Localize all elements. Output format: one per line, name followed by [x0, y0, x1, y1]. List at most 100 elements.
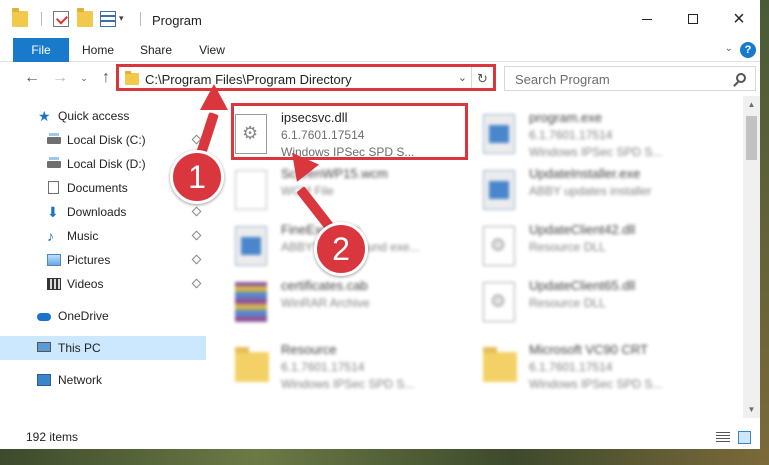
folder-icon: [125, 71, 139, 85]
close-button[interactable]: ×: [716, 0, 762, 38]
nav-label: Pictures: [67, 253, 111, 267]
documents-icon: [48, 181, 59, 194]
nav-label: This PC: [58, 341, 101, 355]
exe-file-icon: [483, 170, 515, 210]
drive-icon: [47, 157, 61, 168]
file-version: 6.1.7601.17514: [529, 128, 613, 142]
address-bar[interactable]: C:\Program Files\Program Directory ⌄ ↻: [118, 66, 494, 91]
vertical-scrollbar[interactable]: ▲ ▼: [743, 96, 760, 418]
maximize-button[interactable]: [670, 0, 716, 38]
onedrive-icon: [37, 313, 51, 321]
arrowhead-icon: [200, 84, 228, 110]
nav-label: Music: [67, 229, 99, 243]
maximize-icon: [688, 14, 698, 24]
item-count: 192 items: [26, 430, 79, 444]
music-icon: ♪: [47, 228, 54, 244]
file-item-updateinstaller[interactable]: UpdateInstaller.exe ABBY updates install…: [473, 160, 713, 220]
this-pc-icon: [37, 342, 51, 352]
pin-icon[interactable]: [191, 230, 202, 241]
file-description: ABBY updates installer: [529, 184, 652, 198]
dll-file-icon: [483, 282, 515, 322]
file-version: 6.1.7601.17514: [281, 360, 365, 374]
dll-file-icon: [235, 114, 267, 154]
wcm-file-icon: [235, 170, 267, 210]
step-badge-2: 2: [314, 222, 368, 276]
nav-local-disk-c[interactable]: Local Disk (C:): [0, 128, 206, 152]
properties-icon[interactable]: [53, 11, 69, 27]
view-options-icon[interactable]: [100, 11, 116, 27]
videos-icon: [47, 278, 61, 290]
exe-file-icon: [235, 226, 267, 266]
nav-label: Local Disk (C:): [67, 133, 146, 147]
back-arrow-icon[interactable]: ←: [22, 68, 42, 88]
close-icon: ×: [733, 8, 745, 30]
file-name: Microsoft VC90 CRT: [529, 342, 648, 357]
up-arrow-icon[interactable]: ↑: [96, 68, 116, 88]
file-name: certificates.cab: [281, 278, 368, 293]
file-item-screenwp15[interactable]: ScreenWP15.wcm WCM File: [225, 160, 465, 220]
window-title: Program: [152, 13, 202, 28]
scroll-up-icon[interactable]: ▲: [743, 96, 760, 113]
file-item-resource[interactable]: Resource 6.1.7601.17514 Windows IPSec SP…: [225, 336, 465, 396]
file-item-program-exe[interactable]: program.exe 6.1.7601.17514 Windows IPSec…: [473, 104, 713, 164]
file-item-certificates[interactable]: certificates.cab WinRAR Archive: [225, 272, 465, 332]
nav-onedrive[interactable]: OneDrive: [0, 304, 206, 328]
drive-icon: [47, 133, 61, 144]
address-history-chevron-icon[interactable]: ⌄: [458, 71, 467, 84]
file-version: 6.1.7601.17514: [281, 128, 365, 142]
tab-view[interactable]: View: [190, 38, 234, 62]
nav-network[interactable]: Network: [0, 368, 206, 392]
desktop-background: [760, 0, 769, 465]
file-name: UpdateClient42.dll: [529, 222, 636, 237]
minimize-button[interactable]: [624, 0, 670, 38]
expand-ribbon-chevron-icon[interactable]: ⌄: [725, 43, 733, 54]
tab-share[interactable]: Share: [134, 38, 178, 62]
nav-label: Local Disk (D:): [67, 157, 146, 171]
pin-icon[interactable]: [191, 206, 202, 217]
file-name: program.exe: [529, 110, 602, 125]
help-icon[interactable]: ?: [740, 42, 756, 58]
status-bar: 192 items: [0, 424, 769, 449]
nav-pictures[interactable]: Pictures: [0, 248, 206, 272]
pin-icon[interactable]: [191, 278, 202, 289]
file-item-updateclient42[interactable]: UpdateClient42.dll Resource DLL: [473, 216, 713, 276]
nav-music[interactable]: ♪ Music: [0, 224, 206, 248]
minimize-icon: [642, 18, 652, 20]
search-placeholder: Search Program: [515, 72, 610, 87]
search-icon[interactable]: [736, 73, 746, 83]
nav-label: Downloads: [67, 205, 127, 219]
address-path[interactable]: C:\Program Files\Program Directory: [145, 72, 352, 87]
refresh-icon[interactable]: ↻: [471, 67, 493, 90]
file-item-vc90-crt[interactable]: Microsoft VC90 CRT 6.1.7601.17514 Window…: [473, 336, 713, 396]
dll-file-icon: [483, 226, 515, 266]
scroll-down-icon[interactable]: ▼: [743, 401, 760, 418]
file-name: UpdateInstaller.exe: [529, 166, 641, 181]
nav-label: OneDrive: [58, 309, 109, 323]
tab-home[interactable]: Home: [76, 38, 120, 62]
details-view-icon[interactable]: [716, 432, 730, 443]
scroll-thumb[interactable]: [746, 116, 757, 160]
forward-arrow-icon[interactable]: →: [50, 68, 70, 88]
recent-locations-chevron-icon[interactable]: ⌄: [74, 68, 94, 88]
nav-this-pc[interactable]: This PC: [0, 336, 206, 360]
file-type: WinRAR Archive: [281, 296, 370, 310]
nav-quick-access[interactable]: ★ Quick access: [0, 104, 206, 128]
file-name: Resource: [281, 342, 337, 357]
file-list: ipsecsvc.dll 6.1.7601.17514 Windows IPSe…: [213, 96, 743, 418]
pin-icon[interactable]: [191, 254, 202, 265]
title-bar: ▾ Program ×: [0, 0, 769, 38]
file-name: ipsecsvc.dll: [281, 110, 348, 125]
file-type: Resource DLL: [529, 240, 606, 254]
tiles-view-icon[interactable]: [738, 431, 751, 444]
file-item-updateclient65[interactable]: UpdateClient65.dll Resource DLL: [473, 272, 713, 332]
customize-toolbar-chevron-icon[interactable]: ▾: [119, 13, 124, 24]
nav-label: Videos: [67, 277, 104, 291]
file-description: Windows IPSec SPD S...: [281, 377, 415, 391]
nav-videos[interactable]: Videos: [0, 272, 206, 296]
new-folder-icon[interactable]: [77, 8, 93, 27]
folder-icon: [12, 8, 28, 27]
tab-file[interactable]: File: [13, 38, 69, 62]
search-input[interactable]: Search Program: [504, 66, 756, 91]
nav-downloads[interactable]: ⬇ Downloads: [0, 200, 206, 224]
file-item-ipsecsvc[interactable]: ipsecsvc.dll 6.1.7601.17514 Windows IPSe…: [225, 104, 465, 164]
